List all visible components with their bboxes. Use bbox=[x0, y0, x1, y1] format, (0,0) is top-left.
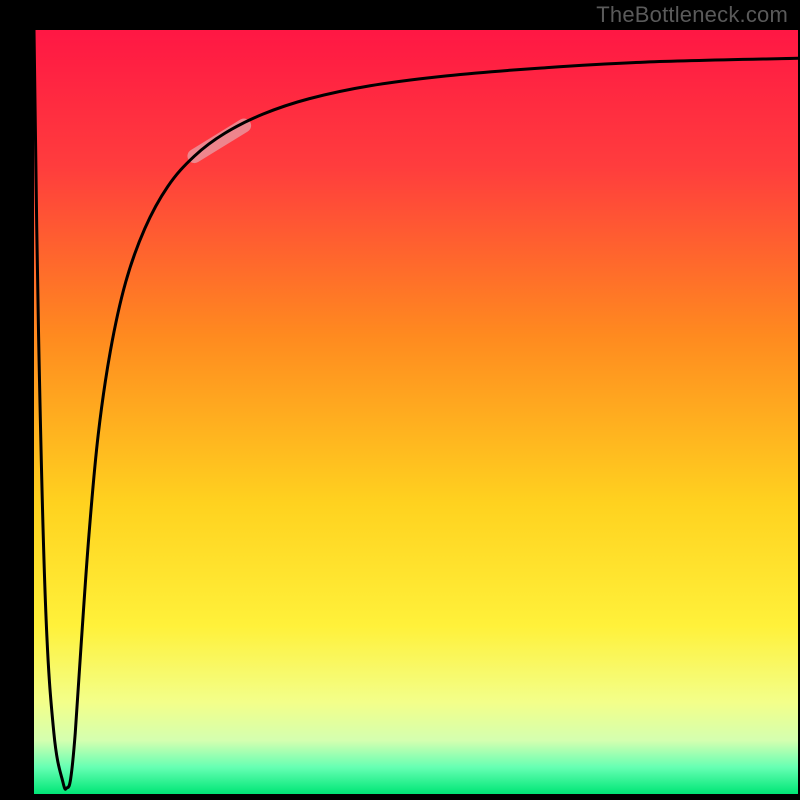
bottleneck-chart bbox=[0, 0, 800, 800]
gradient-background bbox=[34, 30, 798, 794]
chart-frame: TheBottleneck.com bbox=[0, 0, 800, 800]
watermark-label: TheBottleneck.com bbox=[596, 2, 788, 28]
